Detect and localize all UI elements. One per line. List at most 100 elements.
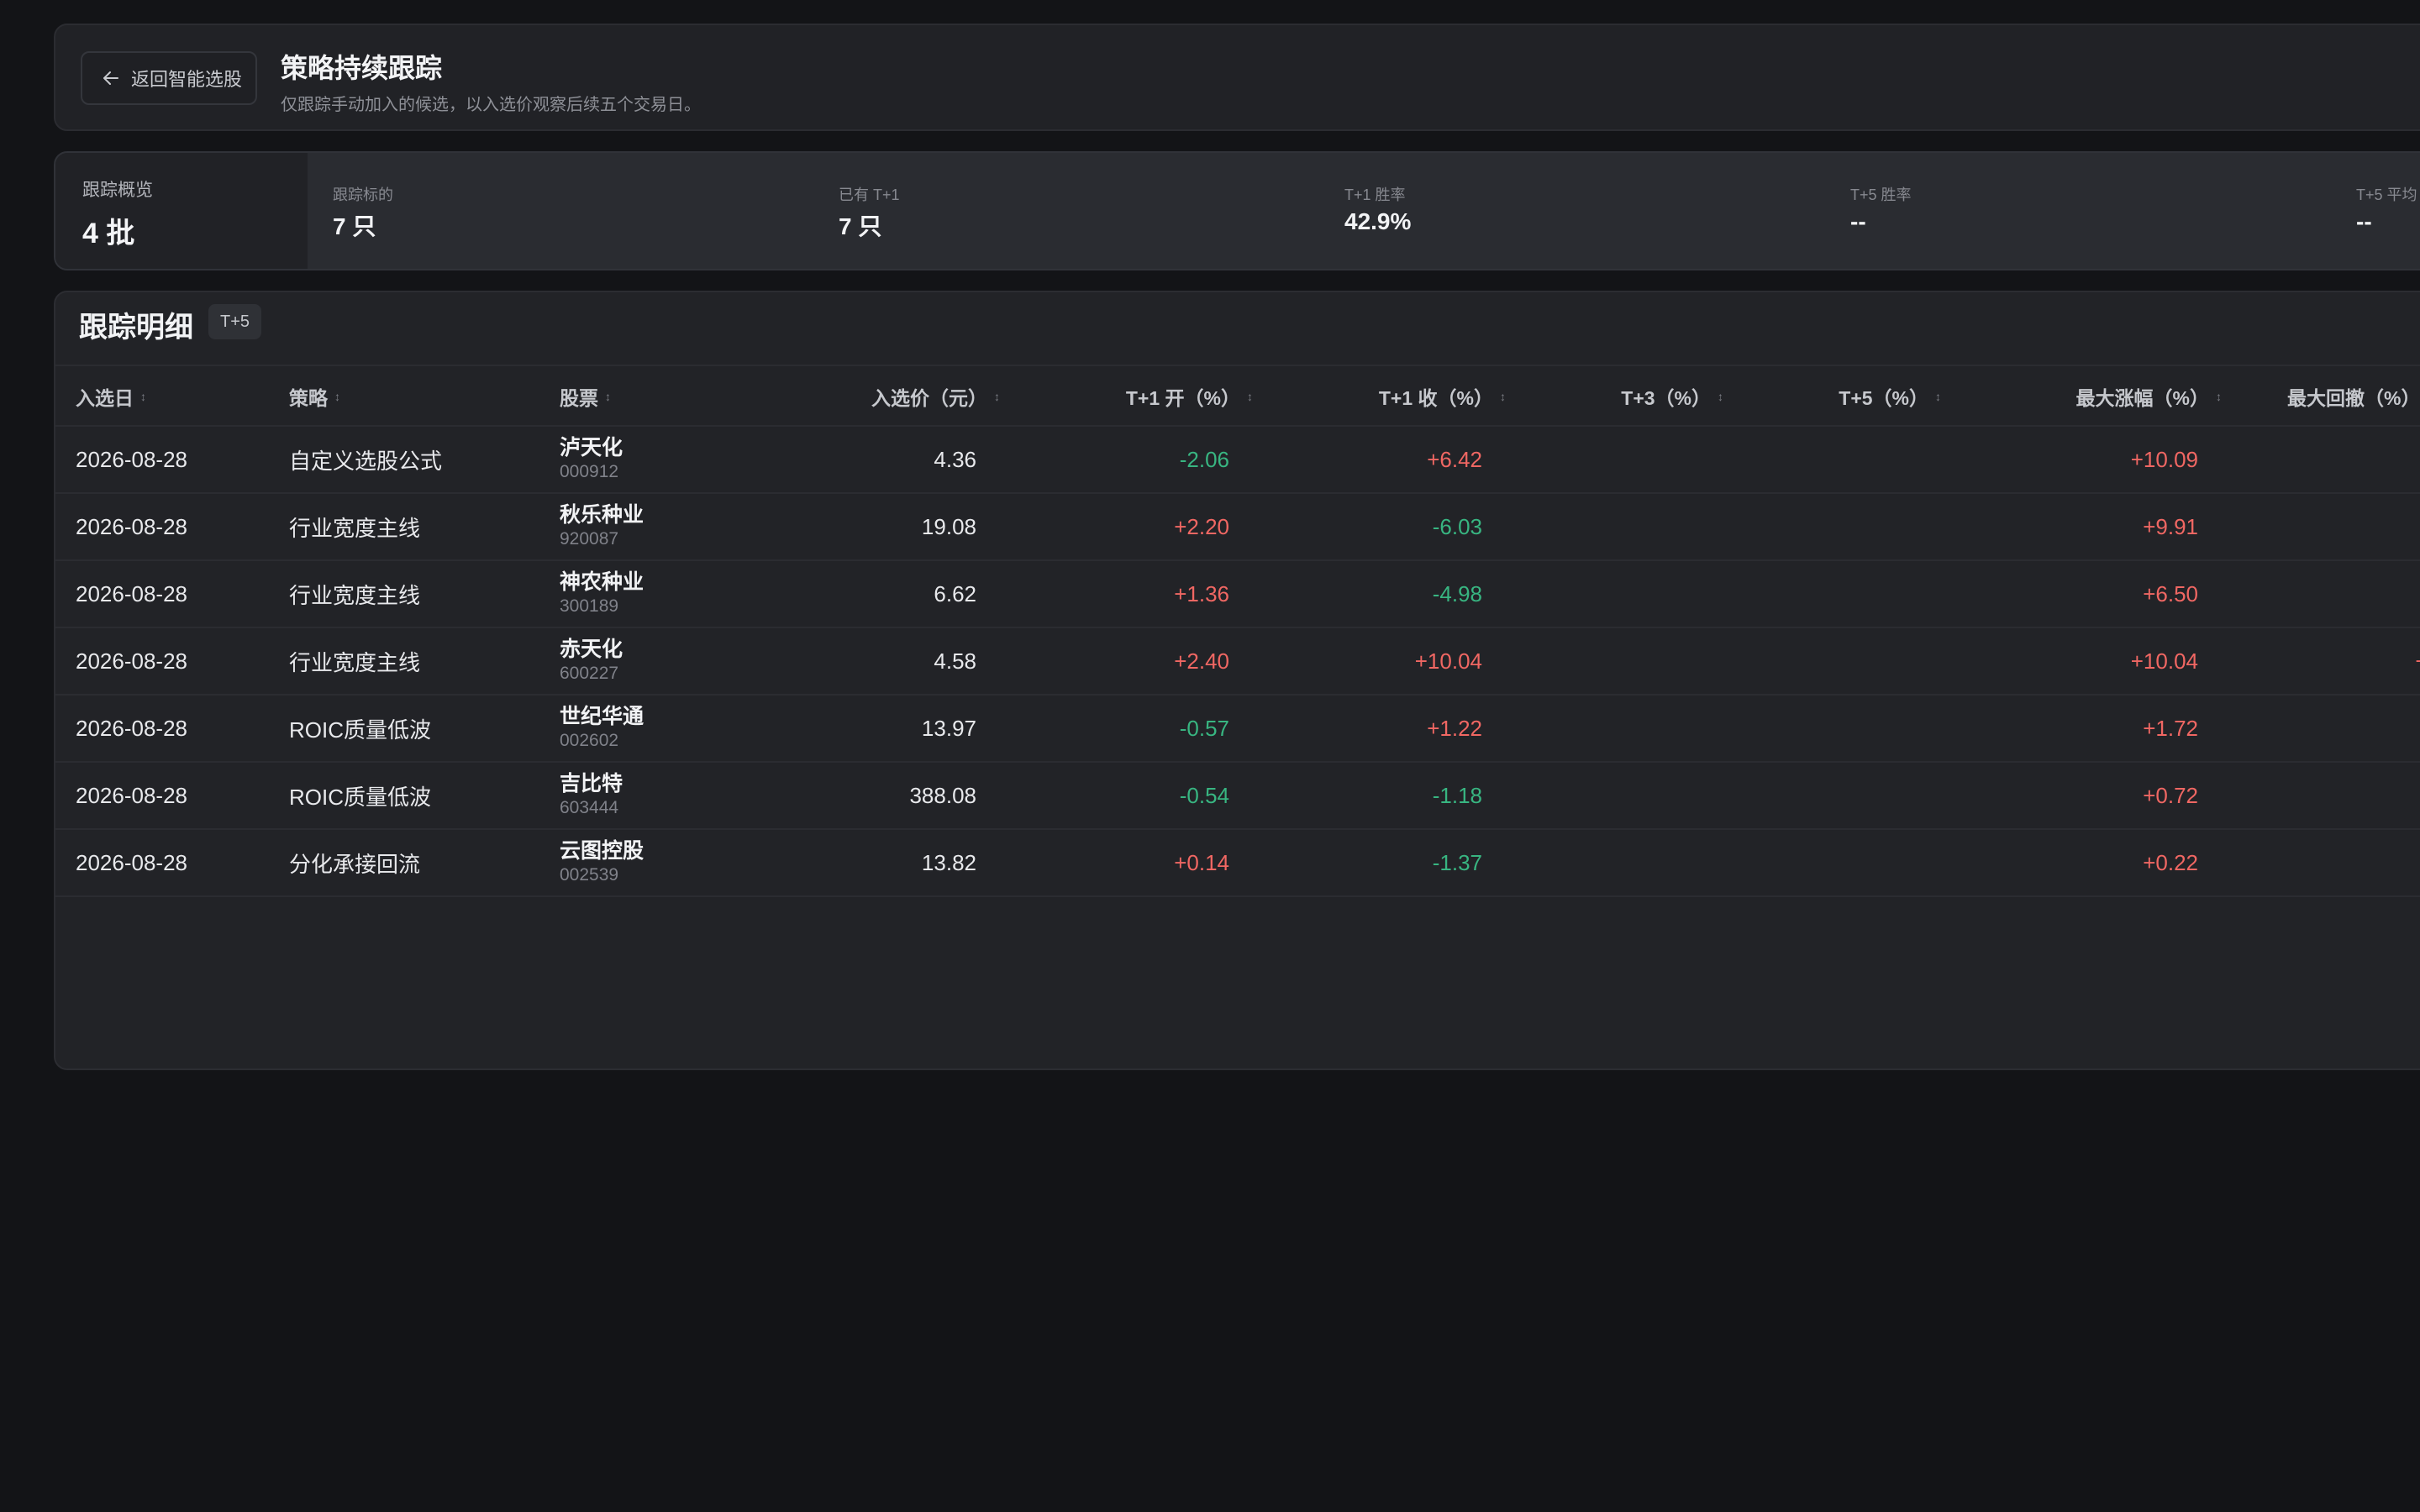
column-label: T+1 开（%） (1125, 387, 1240, 409)
cell-t1-open: -0.57 (1179, 715, 1229, 741)
cell-date: 2026-08-28 (76, 715, 187, 741)
metric-value: 7 只 (839, 213, 882, 239)
column-header-t1-open[interactable]: T+1 开（%） ↕ (1126, 366, 1253, 427)
page-header: 返回智能选股 策略持续跟踪 仅跟踪手动加入的候选，以入选价观察后续五个交易日。 (54, 24, 2420, 131)
table-row[interactable]: 2026-08-28分化承接回流13.82+0.14-1.37+0.22-2云图… (55, 830, 2420, 897)
cell-strategy: ROIC质量低波 (289, 784, 432, 810)
page-title: 策略持续跟踪 (281, 53, 443, 83)
back-button-label: 返回智能选股 (131, 69, 243, 90)
cell-strategy: 行业宽度主线 (289, 515, 421, 541)
table-row[interactable]: 2026-08-28行业宽度主线6.62+1.36-4.98+6.50-5神农种… (55, 561, 2420, 628)
cell-price: 388.08 (909, 782, 976, 808)
cell-strategy: 分化承接回流 (289, 851, 421, 877)
column-label: T+3（%） (1621, 387, 1711, 409)
cell-t1-open: +1.36 (1174, 580, 1229, 606)
sort-icon: ↕ (2216, 390, 2222, 403)
cell-max-gain: +0.72 (2143, 782, 2198, 808)
cell-date: 2026-08-28 (76, 782, 187, 808)
cell-stock[interactable]: 云图控股 002539 (560, 830, 644, 895)
table-row[interactable]: 2026-08-28行业宽度主线19.08+2.20-6.03+9.91-6秋乐… (55, 494, 2420, 561)
cell-date: 2026-08-28 (76, 849, 187, 875)
cell-stock[interactable]: 赤天化 600227 (560, 628, 623, 694)
cell-price: 6.62 (934, 580, 976, 606)
stock-code: 000912 (560, 462, 619, 481)
sort-icon: ↕ (605, 390, 611, 403)
column-header-strategy[interactable]: 策略 ↕ (289, 366, 340, 427)
stock-name: 神农种业 (560, 570, 644, 594)
stock-code: 600227 (560, 664, 619, 683)
sort-icon: ↕ (1247, 390, 1253, 403)
cell-t1-close: +6.42 (1427, 446, 1482, 472)
stock-name: 泸天化 (560, 436, 623, 459)
column-label: 股票 (560, 387, 598, 409)
column-header-price[interactable]: 入选价（元） ↕ (871, 366, 1000, 427)
cell-stock[interactable]: 世纪华通 002602 (560, 696, 644, 761)
sort-icon: ↕ (1935, 390, 1941, 403)
column-header-max-gain[interactable]: 最大涨幅（%） ↕ (2076, 366, 2222, 427)
column-label: 最大回撤（%） (2287, 387, 2420, 409)
metric-value: 42.9% (1344, 208, 1412, 234)
cell-t1-open: -0.54 (1179, 782, 1229, 808)
table-row[interactable]: 2026-08-28自定义选股公式4.36-2.06+6.42+10.09-3泸… (55, 427, 2420, 494)
cell-t1-open: +0.14 (1174, 849, 1229, 875)
cell-max-gain: +6.50 (2143, 580, 2198, 606)
column-label: 最大涨幅（%） (2075, 387, 2209, 409)
cell-price: 19.08 (921, 513, 976, 539)
cell-stock[interactable]: 神农种业 300189 (560, 561, 644, 627)
cell-max-gain: +1.72 (2143, 715, 2198, 741)
overview-card: 跟踪概览 4 批 (55, 153, 308, 269)
cell-t1-close: -1.37 (1432, 849, 1482, 875)
cell-max-gain: +10.04 (2130, 648, 2198, 674)
column-header-t5[interactable]: T+5（%） ↕ (1839, 366, 1941, 427)
arrow-left-icon (103, 71, 118, 85)
cell-stock[interactable]: 秋乐种业 920087 (560, 494, 644, 559)
metric-label: T+5 平均 (2356, 186, 2417, 203)
stock-name: 世纪华通 (560, 705, 644, 728)
cell-price: 13.97 (921, 715, 976, 741)
cell-t1-open: +2.40 (1174, 648, 1229, 674)
metric-label: T+1 胜率 (1344, 186, 1406, 203)
stock-name: 秋乐种业 (560, 503, 644, 527)
column-header-t1-close[interactable]: T+1 收（%） ↕ (1379, 366, 1506, 427)
cell-strategy: 行业宽度主线 (289, 582, 421, 608)
detail-title: 跟踪明细 (79, 312, 193, 344)
cell-stock[interactable]: 吉比特 603444 (560, 763, 623, 828)
page-subtitle: 仅跟踪手动加入的候选，以入选价观察后续五个交易日。 (281, 96, 701, 114)
column-header-t3[interactable]: T+3（%） ↕ (1621, 366, 1723, 427)
cell-price: 13.82 (921, 849, 976, 875)
table-row[interactable]: 2026-08-28ROIC质量低波388.08-0.54-1.18+0.72-… (55, 763, 2420, 830)
cell-max-drawdown: +2 (2415, 628, 2420, 694)
cell-stock[interactable]: 泸天化 000912 (560, 427, 623, 492)
metric-value: -- (2356, 208, 2372, 234)
table-row[interactable]: 2026-08-28 行业宽度主线 4.58 +2.40 +10.04 +10.04 +2 赤… (55, 628, 2420, 696)
cell-date: 2026-08-28 (76, 648, 187, 674)
stock-name: 吉比特 (560, 772, 623, 795)
column-header-stock[interactable]: 股票 ↕ (560, 366, 611, 427)
column-header-date[interactable]: 入选日 ↕ (76, 366, 146, 427)
sort-icon: ↕ (334, 390, 340, 403)
column-header-max-drawdown[interactable]: 最大回撤（%）↕ (2287, 366, 2420, 427)
cell-strategy: ROIC质量低波 (289, 717, 432, 743)
metric-label: T+5 胜率 (1850, 186, 1912, 203)
cell-strategy: 自定义选股公式 (289, 448, 443, 474)
metric-value: -- (1850, 208, 1866, 234)
overview-value: 4 批 (82, 218, 135, 249)
metric-value: 7 只 (333, 213, 376, 239)
column-label: 入选日 (76, 387, 134, 409)
stock-name: 云图控股 (560, 839, 644, 863)
back-button[interactable]: 返回智能选股 (81, 51, 257, 105)
cell-t1-close: +10.04 (1414, 648, 1482, 674)
cell-t1-open: -2.06 (1179, 446, 1229, 472)
stock-code: 603444 (560, 798, 619, 817)
cell-t1-close: +1.22 (1427, 715, 1482, 741)
table-row[interactable]: 2026-08-28ROIC质量低波13.97-0.57+1.22+1.72-1… (55, 696, 2420, 763)
table-header: 入选日 ↕ 策略 ↕ 股票 ↕ 入选价（元） ↕ T+1 开（%） ↕ T+1 收（%） ↕… (55, 365, 2420, 427)
column-label: 入选价（元） (871, 387, 987, 409)
stock-code: 300189 (560, 596, 619, 616)
summary-panel: 跟踪概览 4 批 跟踪标的 7 只 已有 T+1 7 只 T+1 胜率 42.9… (54, 151, 2420, 270)
column-label: T+1 收（%） (1378, 387, 1493, 409)
cell-t1-close: -4.98 (1432, 580, 1482, 606)
cell-t1-open: +2.20 (1174, 513, 1229, 539)
cell-strategy: 行业宽度主线 (289, 649, 421, 675)
sort-icon: ↕ (1718, 390, 1723, 403)
